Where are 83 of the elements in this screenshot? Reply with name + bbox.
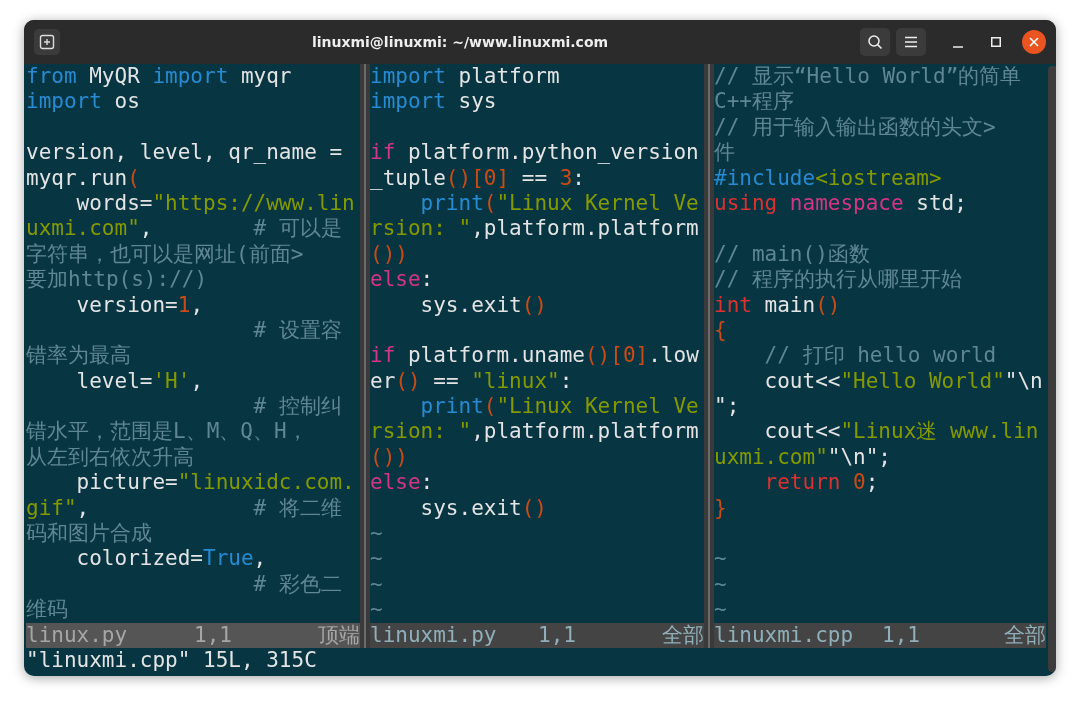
code-line: from MyQR import myqr xyxy=(26,64,292,88)
search-button[interactable] xyxy=(860,28,890,56)
scroll-position: 全部 xyxy=(662,622,704,647)
window-title: linuxmi@linuxmi: ~/www.linuxmi.com xyxy=(310,32,610,52)
menu-icon xyxy=(904,36,918,48)
code-line: 码和图片合成 xyxy=(26,521,152,546)
command-line-message: "linuxmi.cpp" 15L, 315C xyxy=(26,648,317,672)
code-line: words="https://www.lin xyxy=(75,190,355,215)
code-line: 字符串，也可以是网址(前面> xyxy=(26,241,304,266)
scroll-position: 顶端 xyxy=(318,622,360,647)
empty-line-marker: ~ xyxy=(370,546,383,571)
code-line: picture="linuxidc.com. xyxy=(75,470,355,495)
code-line: import sys xyxy=(370,89,497,114)
close-button[interactable] xyxy=(1022,30,1046,54)
code-line: else: xyxy=(370,267,434,292)
code-line: if platform.python_version xyxy=(370,140,699,165)
empty-line-marker: ~ xyxy=(370,597,383,622)
code-line: return 0; xyxy=(763,470,879,495)
code-line: rsion: ",platform.platform xyxy=(370,216,699,241)
code-line: # 彩色二 xyxy=(252,571,342,596)
scrollbar[interactable] xyxy=(1048,66,1056,672)
code-line: er() == "linux": xyxy=(370,368,573,393)
code-line: version, level, qr_name = xyxy=(26,140,343,165)
code-line: level='H', xyxy=(75,368,204,393)
code-line: colorized=True, xyxy=(75,546,267,571)
code-line: else: xyxy=(370,470,434,495)
code-line: print("Linux Kernel Ve xyxy=(419,190,699,215)
file-name: linuxmi.cpp xyxy=(714,622,854,647)
maximize-icon xyxy=(991,37,1001,47)
empty-line-marker: ~ xyxy=(714,597,727,622)
code-line: // 用于输入输出函数的头文> xyxy=(714,114,996,139)
code-line: gif", # 将二维 xyxy=(26,495,342,520)
code-line: "; xyxy=(714,394,740,419)
code-line: // 程序的执行从哪里开始 xyxy=(714,267,962,292)
code-line: rsion: ",platform.platform xyxy=(370,419,699,444)
code-line: // 打印 hello world xyxy=(763,343,997,368)
empty-line-marker: ~ xyxy=(714,546,727,571)
code-line: // 显示“Hello World”的简单 xyxy=(714,64,1022,88)
code-line: // main()函数 xyxy=(714,241,870,266)
code-line: #include<iostream> xyxy=(714,165,942,190)
code-line: 维码 xyxy=(26,597,68,622)
code-line: ()) xyxy=(370,241,408,266)
code-line: # 控制纠 xyxy=(252,394,342,419)
code-line: myqr.run( xyxy=(26,165,140,190)
search-icon xyxy=(867,34,883,50)
close-icon xyxy=(1029,37,1039,47)
empty-line-marker: ~ xyxy=(714,571,727,596)
code-line: 要加http(s)://) xyxy=(26,267,208,292)
code-line: if platform.uname()[0].low xyxy=(370,343,699,368)
cursor-position: 1,1 xyxy=(882,622,920,647)
code-line: { xyxy=(714,317,727,342)
new-tab-button[interactable] xyxy=(34,29,60,55)
new-tab-icon xyxy=(39,34,55,50)
code-line: import os xyxy=(26,89,140,114)
code-line: uxmi.com", # 可以是 xyxy=(26,216,342,241)
code-line: sys.exit() xyxy=(419,292,547,317)
code-line: _tuple()[0] == 3: xyxy=(370,165,585,190)
cursor-position: 1,1 xyxy=(194,622,232,647)
file-name: linux.py xyxy=(26,622,128,647)
code-line: 件 xyxy=(714,140,735,165)
code-line: # 设置容 xyxy=(252,317,342,342)
code-line: 错率为最高 xyxy=(26,343,131,368)
code-line: 错水平，范围是L、M、Q、H， xyxy=(26,419,308,444)
code-line: print("Linux Kernel Ve xyxy=(419,394,699,419)
empty-line-marker: ~ xyxy=(370,571,383,596)
code-line: cout<<"Hello World""\n xyxy=(763,368,1043,393)
menu-button[interactable] xyxy=(896,28,926,56)
minimize-icon xyxy=(953,46,963,48)
code-line: sys.exit() xyxy=(419,495,547,520)
scroll-position: 全部 xyxy=(1004,622,1046,647)
code-line: uxmi.com""\n"; xyxy=(714,444,891,469)
file-name: linuxmi.py xyxy=(370,622,497,647)
code-line: } xyxy=(714,495,727,520)
code-line: C++程序 xyxy=(714,89,794,114)
code-line: 从左到右依次升高 xyxy=(26,444,194,469)
code-line: import platform xyxy=(370,64,560,88)
code-line: using namespace std; xyxy=(714,190,967,215)
cursor-position: 1,1 xyxy=(538,622,576,647)
code-line: int main() xyxy=(714,292,841,317)
code-line: version=1, xyxy=(75,292,204,317)
code-line: ()) xyxy=(370,444,408,469)
code-line: cout<<"Linux迷 www.lin xyxy=(763,419,1039,444)
empty-line-marker: ~ xyxy=(370,521,383,546)
